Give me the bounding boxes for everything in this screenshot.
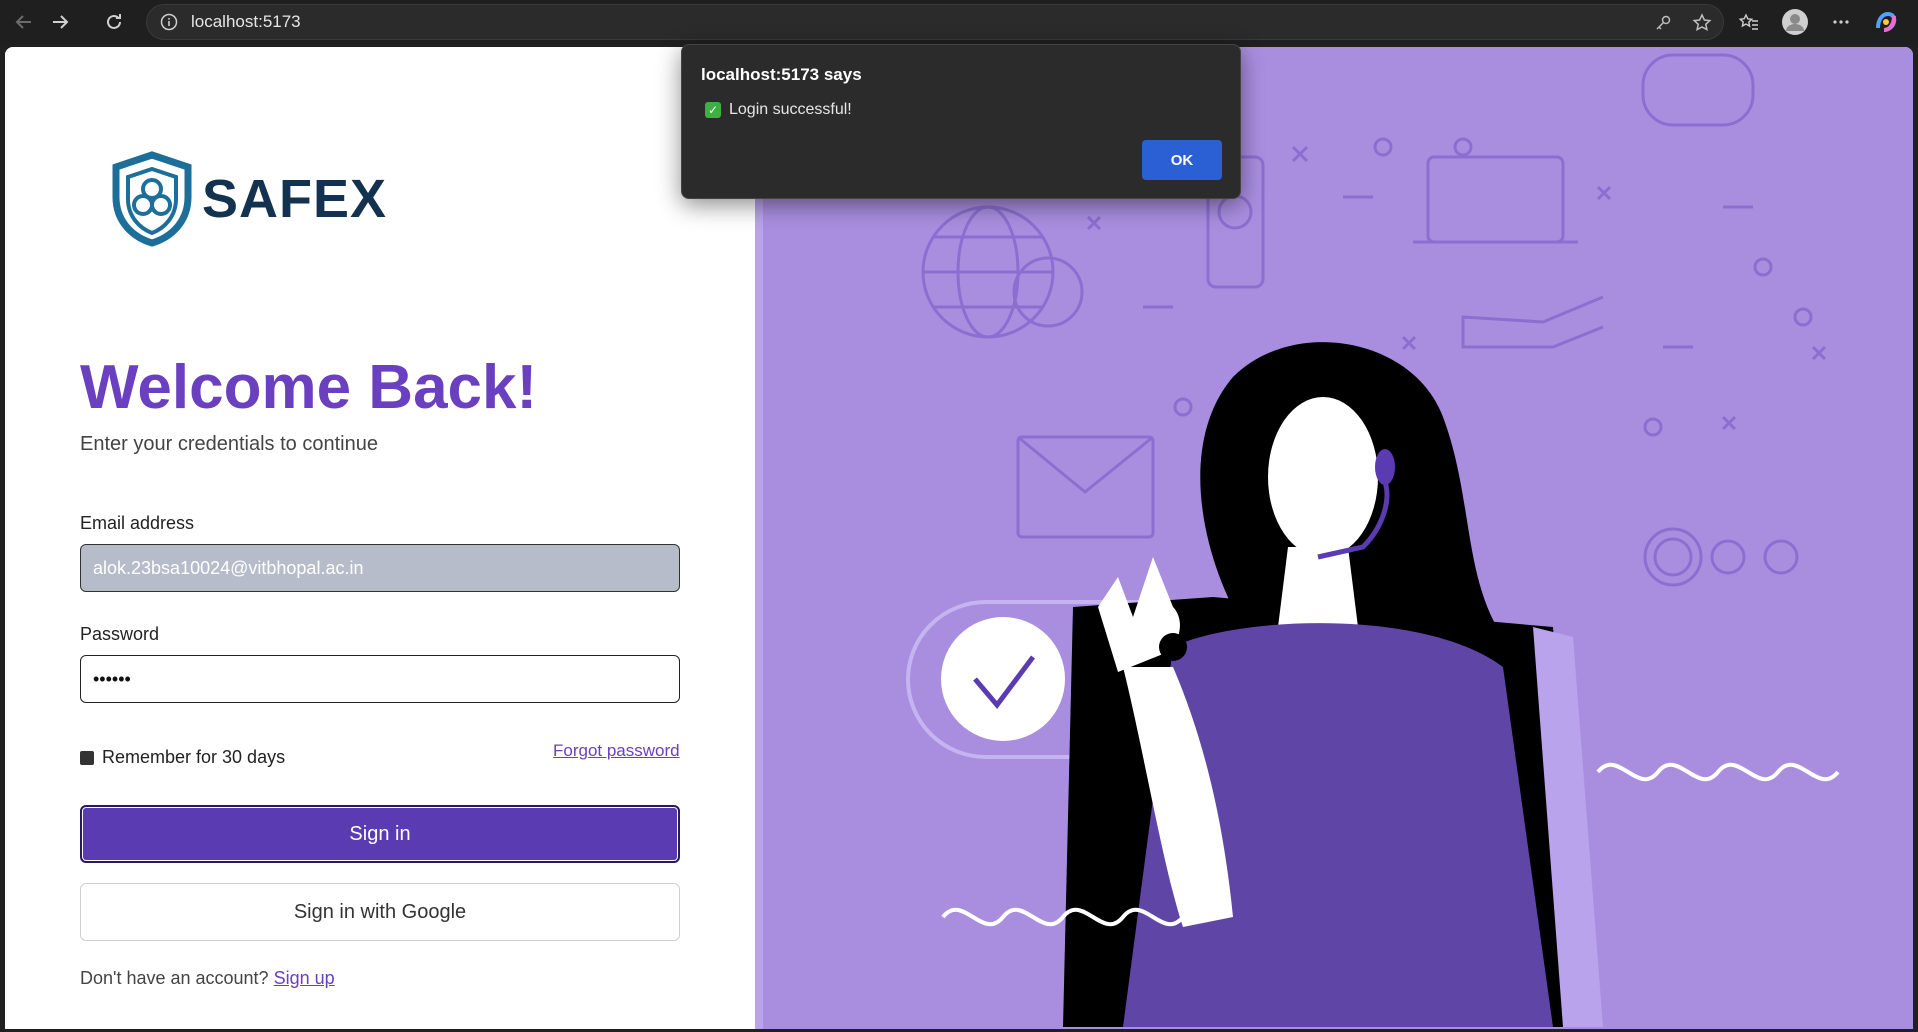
sign-in-button[interactable]: Sign in [80,805,680,863]
url-text: localhost:5173 [191,12,301,31]
reload-icon [107,14,121,29]
page-subtitle: Enter your credentials to continue [80,433,378,455]
shield-logo-icon [112,151,192,247]
favorite-star-icon[interactable] [1691,12,1713,34]
dialog-title: localhost:5173 says [701,65,862,84]
back-button[interactable] [6,4,42,40]
address-bar[interactable]: localhost:5173 [146,4,1724,40]
no-account-text: Don't have an account? [80,968,269,988]
remember-label: Remember for 30 days [102,747,286,767]
logo-text: SAFEX [202,169,388,229]
forgot-password-link[interactable]: Forgot password [553,741,680,761]
wave-line-right [1596,762,1840,782]
profile-avatar-icon[interactable] [1780,7,1810,37]
sign-up-link[interactable]: Sign up [274,968,335,988]
back-arrow-icon [15,15,31,29]
copilot-icon[interactable] [1872,8,1900,36]
remember-checkbox[interactable] [80,750,94,765]
forward-arrow-icon [53,15,69,29]
forward-button[interactable] [42,4,78,40]
login-panel: SAFEX Welcome Back! Enter your credentia… [5,47,755,1029]
face-shape [1268,397,1378,557]
email-label: Email address [80,513,195,533]
browser-toolbar: localhost:5173 [0,0,1918,44]
signup-prompt: Don't have an account? Sign up [80,968,335,989]
favorites-icon[interactable] [1738,11,1760,33]
reload-button[interactable] [96,4,132,40]
dialog-message-text: Login successful! [729,101,852,118]
page-title: Welcome Back! [80,353,538,422]
email-field[interactable]: alok.23bsa10024@vitbhopal.ac.in [80,544,680,592]
more-options-icon[interactable] [1830,11,1852,33]
password-field[interactable]: •••••• [80,655,680,703]
dialog-ok-button[interactable]: OK [1142,140,1222,180]
google-sign-in-button[interactable]: Sign in with Google [80,883,680,941]
password-label: Password [80,624,160,644]
dialog-message: ✓ Login successful! [705,101,852,119]
remember-me[interactable]: Remember for 30 days [80,747,285,768]
check-circle [941,617,1065,741]
safex-logo: SAFEX [110,151,387,247]
check-mark-icon: ✓ [705,102,721,118]
info-icon[interactable] [159,12,179,32]
key-icon[interactable] [1653,13,1673,33]
alert-dialog: localhost:5173 says ✓ Login successful! … [681,44,1241,199]
